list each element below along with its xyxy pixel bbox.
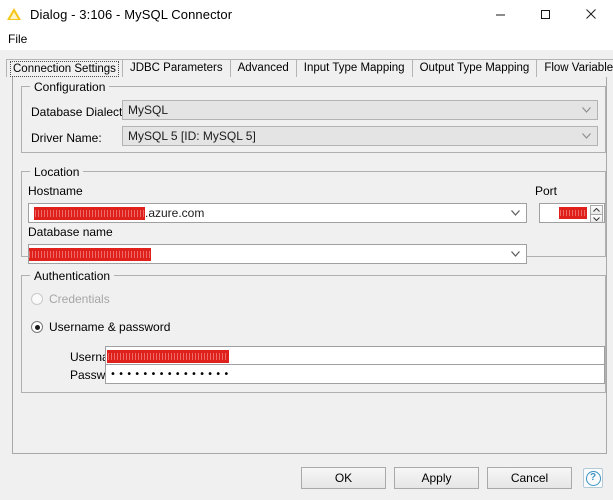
stepper-up-icon[interactable] [590, 205, 603, 214]
password-input[interactable]: ••••••••••••••• [105, 364, 605, 384]
radio-username-password-label: Username & password [49, 320, 170, 334]
maximize-icon[interactable] [523, 0, 568, 28]
radio-username-password-indicator [31, 321, 43, 333]
dialog-button-bar: OK Apply Cancel ? [0, 456, 613, 500]
username-value [106, 350, 229, 363]
apply-button[interactable]: Apply [394, 467, 479, 489]
radio-credentials-label: Credentials [49, 292, 110, 306]
location-group-title: Location [30, 165, 83, 179]
database-dialect-value: MySQL [123, 103, 578, 117]
tab-flow-variables[interactable]: Flow Variables [536, 59, 613, 77]
port-stepper[interactable] [590, 205, 603, 223]
driver-name-label: Driver Name: [31, 131, 102, 145]
radio-credentials[interactable]: Credentials [31, 292, 110, 306]
tab-output-type-mapping[interactable]: Output Type Mapping [412, 59, 538, 77]
cancel-button[interactable]: Cancel [487, 467, 572, 489]
menu-bar: File [0, 29, 613, 50]
chevron-down-icon [578, 107, 594, 113]
title-bar: Dialog - 3:106 - MySQL Connector [0, 0, 613, 29]
driver-name-value: MySQL 5 [ID: MySQL 5] [123, 129, 578, 143]
username-input[interactable] [105, 346, 605, 366]
port-redaction [559, 207, 587, 219]
database-name-value [29, 248, 507, 261]
help-button[interactable]: ? [583, 468, 603, 488]
configuration-group: Configuration Database Dialect: MySQL Dr… [21, 86, 606, 153]
close-icon[interactable] [568, 0, 613, 28]
hostname-combobox[interactable]: .azure.com [28, 203, 527, 223]
connection-settings-panel: Configuration Database Dialect: MySQL Dr… [12, 76, 607, 454]
dialog-window: Dialog - 3:106 - MySQL Connector File Co… [0, 0, 613, 500]
password-masked-value: ••••••••••••••• [106, 369, 231, 380]
radio-username-password[interactable]: Username & password [31, 320, 170, 334]
warning-triangle-icon [7, 6, 23, 22]
authentication-group: Authentication Credentials Username & pa… [21, 275, 606, 393]
ok-button[interactable]: OK [301, 467, 386, 489]
tab-input-type-mapping[interactable]: Input Type Mapping [296, 59, 413, 77]
database-dialect-label: Database Dialect: [31, 105, 126, 119]
driver-name-combobox[interactable]: MySQL 5 [ID: MySQL 5] [122, 126, 598, 146]
hostname-value: .azure.com [29, 206, 507, 220]
stepper-down-icon[interactable] [590, 214, 603, 223]
menu-item-file[interactable]: File [5, 30, 33, 48]
database-name-redaction [29, 248, 151, 261]
tab-jdbc-parameters[interactable]: JDBC Parameters [122, 59, 231, 77]
tab-connection-settings[interactable]: Connection Settings [6, 59, 123, 77]
hostname-label: Hostname [28, 184, 83, 198]
chevron-down-icon [507, 251, 523, 257]
database-dialect-combobox[interactable]: MySQL [122, 100, 598, 120]
minimize-icon[interactable] [478, 0, 523, 28]
location-group: Location Hostname Port .azure.com [21, 171, 606, 257]
chevron-down-icon [507, 210, 523, 216]
radio-credentials-indicator [31, 293, 43, 305]
configuration-group-title: Configuration [30, 80, 109, 94]
window-controls [478, 0, 613, 28]
chevron-down-icon [578, 133, 594, 139]
tab-strip: Connection Settings JDBC Parameters Adva… [6, 58, 613, 77]
username-redaction [107, 350, 229, 363]
database-name-combobox[interactable] [28, 244, 527, 264]
hostname-suffix: .azure.com [145, 206, 204, 220]
hostname-redaction [34, 207, 145, 220]
tab-area: Connection Settings JDBC Parameters Adva… [0, 50, 613, 455]
port-spinner[interactable] [539, 203, 605, 223]
window-title: Dialog - 3:106 - MySQL Connector [30, 7, 232, 22]
tab-advanced[interactable]: Advanced [230, 59, 297, 77]
database-name-label: Database name [28, 225, 113, 239]
port-value [540, 207, 587, 219]
authentication-group-title: Authentication [30, 269, 114, 283]
port-label: Port [535, 184, 557, 198]
help-icon: ? [586, 471, 601, 486]
tab-connection-settings-label: Connection Settings [10, 61, 119, 77]
